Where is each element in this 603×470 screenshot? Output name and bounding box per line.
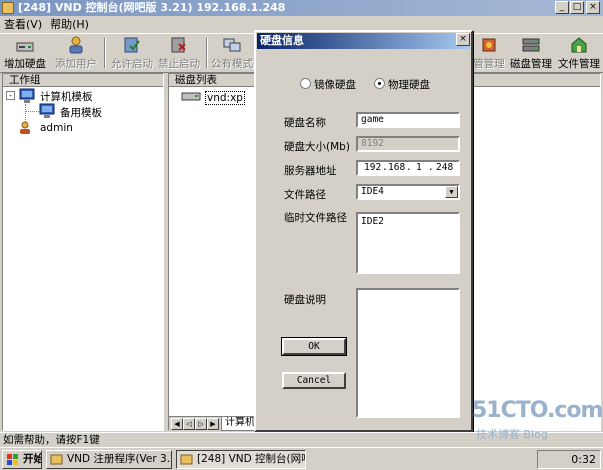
status-text: 如需帮助，请按F1键 (3, 434, 100, 446)
file-path-combo[interactable]: IDE4 ▼ (356, 184, 460, 200)
allow-boot-icon (124, 37, 140, 53)
tab-next-button[interactable]: ▷ (195, 418, 207, 430)
cancel-button[interactable]: Cancel (282, 372, 346, 389)
disk-info-dialog: 硬盘信息 × 镜像硬盘 物理硬盘 硬盘名称 game 硬盘大小(Mb) 8192… (254, 30, 473, 432)
disk-size-label: 硬盘大小(Mb) (284, 141, 350, 153)
app-task-icon (180, 454, 193, 465)
add-disk-button[interactable]: 增加硬盘 (2, 36, 48, 72)
watermark-main: 51CTO.com (472, 398, 603, 423)
file-manage-button[interactable]: 文件管理 (556, 36, 602, 72)
app-task-icon (50, 454, 63, 465)
dialog-title-bar[interactable]: 硬盘信息 (257, 33, 470, 49)
computer-template-icon (19, 88, 35, 103)
radio-mirror-disk[interactable]: 镜像硬盘 (300, 77, 356, 92)
public-mode-icon (223, 38, 241, 52)
dialog-title: 硬盘信息 (260, 34, 304, 47)
app-icon[interactable] (2, 2, 14, 14)
disk-description-label: 硬盘说明 (284, 294, 326, 306)
file-path-label: 文件路径 (284, 189, 326, 201)
tab-scroller: ◀ ◁ ▷ ▶ 计算机 (169, 416, 255, 431)
server-ip-field[interactable]: 192 . 168 . 1 . 248 (356, 160, 460, 176)
disk-manage-icon (522, 38, 540, 52)
menu-view[interactable]: 查看(V) (0, 16, 46, 33)
disk-manage-button[interactable]: 磁盘管理 (508, 36, 554, 72)
task-vnd-console[interactable]: [248] VND 控制台(网吧... (176, 450, 306, 469)
maximize-button[interactable]: □ (570, 1, 584, 14)
menu-help[interactable]: 帮助(H) (46, 16, 93, 33)
manage-button[interactable]: 管管理 (473, 36, 505, 72)
ok-button[interactable]: OK (281, 337, 347, 356)
tree-item-backup-template[interactable]: 备用模板 (60, 105, 102, 120)
chevron-down-icon[interactable]: ▼ (445, 186, 458, 198)
watermark-sub: 技术博客 Blog (476, 428, 548, 441)
backup-template-icon (39, 103, 55, 118)
deny-boot-icon (171, 37, 186, 53)
server-address-label: 服务器地址 (284, 165, 337, 177)
ip-octet-4[interactable]: 248 (436, 162, 453, 174)
clock[interactable]: 0:32 (571, 453, 596, 466)
tree-item-computer-template[interactable]: 计算机模板 (40, 89, 93, 104)
ip-octet-2[interactable]: 168 (388, 162, 405, 174)
file-path-value: IDE4 (361, 186, 384, 197)
disk-name-label: 硬盘名称 (284, 117, 326, 129)
deny-boot-button[interactable]: 禁止启动 (156, 36, 202, 72)
start-button[interactable]: 开始 (2, 450, 42, 469)
taskbar: 开始 VND 注册程序(Ver 3.21) [248] VND 控制台(网吧..… (0, 447, 603, 470)
dialog-close-button[interactable]: × (456, 33, 470, 46)
tab-first-button[interactable]: ◀ (171, 418, 183, 430)
radio-mirror-dot (300, 78, 311, 89)
disk-size-input[interactable]: 8192 (356, 136, 460, 152)
file-manage-icon (571, 37, 587, 53)
user-icon (20, 121, 30, 134)
tab-computer[interactable]: 计算机 (221, 417, 255, 431)
tab-prev-button[interactable]: ◁ (183, 418, 195, 430)
ip-octet-1[interactable]: 192 (364, 162, 381, 174)
disk-icon (181, 92, 201, 101)
add-user-icon (69, 36, 83, 54)
disk-description-textarea[interactable] (356, 288, 460, 418)
close-button[interactable]: × (586, 1, 600, 14)
tree-collapse-toggle[interactable]: - (6, 91, 15, 100)
windows-logo-icon (7, 454, 18, 465)
task-vnd-register[interactable]: VND 注册程序(Ver 3.21) (46, 450, 172, 469)
add-disk-icon (16, 42, 34, 52)
temp-path-label: 临时文件路径 (284, 212, 347, 224)
temp-path-textarea[interactable]: IDE2 (356, 212, 460, 274)
manage-icon (482, 38, 496, 52)
allow-boot-button[interactable]: 允许启动 (108, 36, 156, 72)
window-title: [248] VND 控制台(网吧版 3.21) 192.168.1.248 (18, 1, 286, 14)
disk-item-vndxp[interactable]: vnd:xp (205, 91, 245, 105)
add-user-button[interactable]: 添加用户 (52, 36, 100, 72)
radio-physical-disk[interactable]: 物理硬盘 (374, 77, 430, 92)
public-mode-button[interactable]: 公有模式 (209, 36, 255, 72)
radio-physical-dot (374, 78, 385, 89)
workgroup-header: 工作组 (3, 74, 163, 87)
disk-name-input[interactable]: game (356, 112, 460, 128)
tree-item-admin[interactable]: admin (40, 122, 73, 134)
tab-last-button[interactable]: ▶ (207, 418, 219, 430)
watermark: 51CTO.com 技术博客 Blog (470, 398, 603, 448)
system-tray: 0:32 (537, 450, 601, 469)
minimize-button[interactable]: _ (555, 1, 569, 14)
ip-octet-3[interactable]: 1 (416, 162, 422, 174)
workgroup-pane: 工作组 - 计算机模板 备用模板 admin (2, 73, 164, 431)
window-title-bar[interactable]: [248] VND 控制台(网吧版 3.21) 192.168.1.248 (0, 0, 603, 16)
